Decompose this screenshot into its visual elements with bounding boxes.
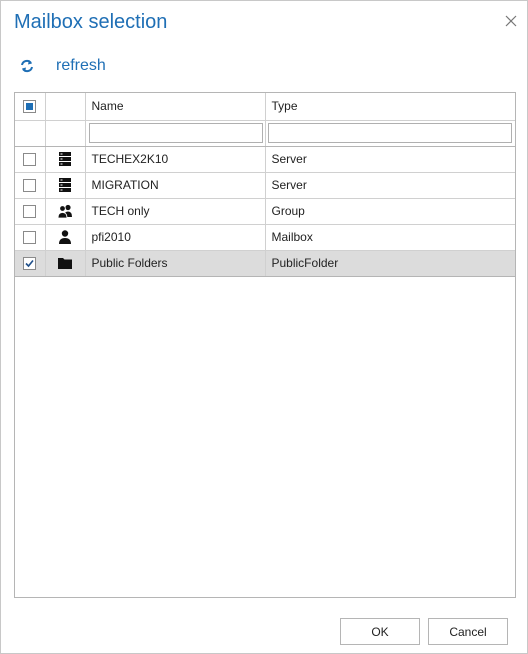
row-checkbox[interactable] [23,179,37,193]
filter-empty-cell [45,120,86,147]
row-type: Group [265,198,515,225]
name-filter-input[interactable] [88,123,263,143]
row-name: pfi2010 [85,224,266,251]
row-checkbox[interactable] [23,231,37,245]
mailbox-grid: Name Type TECHEX2K10 Server MIGRATION Se… [14,92,516,598]
table-row[interactable]: MIGRATION Server [15,172,515,199]
row-icon-cell [45,224,86,251]
select-all-checkbox[interactable] [23,100,37,114]
refresh-button[interactable]: refresh [19,57,106,75]
ok-button[interactable]: OK [340,618,420,645]
row-checkbox-cell [15,224,46,251]
filter-empty-cell [15,120,46,147]
type-filter-input[interactable] [267,123,512,143]
row-checkbox-cell [15,146,46,173]
mailbox-selection-dialog: Mailbox selection refresh Name Type TECH… [0,0,528,654]
name-filter-cell [85,120,266,147]
table-row[interactable]: Public Folders PublicFolder [15,250,515,277]
type-column-header[interactable]: Type [265,93,515,121]
refresh-icon [21,59,33,73]
row-checkbox-cell [15,172,46,199]
filter-row [15,120,515,147]
row-icon-cell [45,198,86,225]
table-row[interactable]: TECH only Group [15,198,515,225]
row-type: Mailbox [265,224,515,251]
row-type: Server [265,172,515,199]
cancel-button[interactable]: Cancel [428,618,508,645]
close-icon[interactable] [503,13,519,29]
row-checkbox[interactable] [23,205,37,219]
row-icon-cell [45,172,86,199]
folder-icon [58,258,72,269]
row-name: TECHEX2K10 [85,146,266,173]
server-icon [59,178,71,192]
row-icon-cell [45,146,86,173]
row-checkbox[interactable] [23,153,37,167]
icon-column-header [45,93,86,121]
row-name: TECH only [85,198,266,225]
header-row: Name Type [15,93,515,121]
select-all-cell [15,93,46,121]
name-column-header[interactable]: Name [85,93,266,121]
row-name: MIGRATION [85,172,266,199]
row-name: Public Folders [85,250,266,277]
row-type: PublicFolder [265,250,515,277]
row-checkbox-cell [15,250,46,277]
dialog-title: Mailbox selection [14,11,168,33]
type-filter-cell [265,120,515,147]
mailbox-table: Name Type TECHEX2K10 Server MIGRATION Se… [15,93,515,277]
row-checkbox[interactable] [23,257,37,271]
server-icon [59,152,71,166]
table-row[interactable]: TECHEX2K10 Server [15,146,515,173]
check-icon [25,260,34,268]
row-type: Server [265,146,515,173]
refresh-label: refresh [56,57,106,74]
row-icon-cell [45,250,86,277]
user-icon [59,230,71,244]
row-checkbox-cell [15,198,46,225]
table-row[interactable]: pfi2010 Mailbox [15,224,515,251]
group-icon [57,204,72,219]
